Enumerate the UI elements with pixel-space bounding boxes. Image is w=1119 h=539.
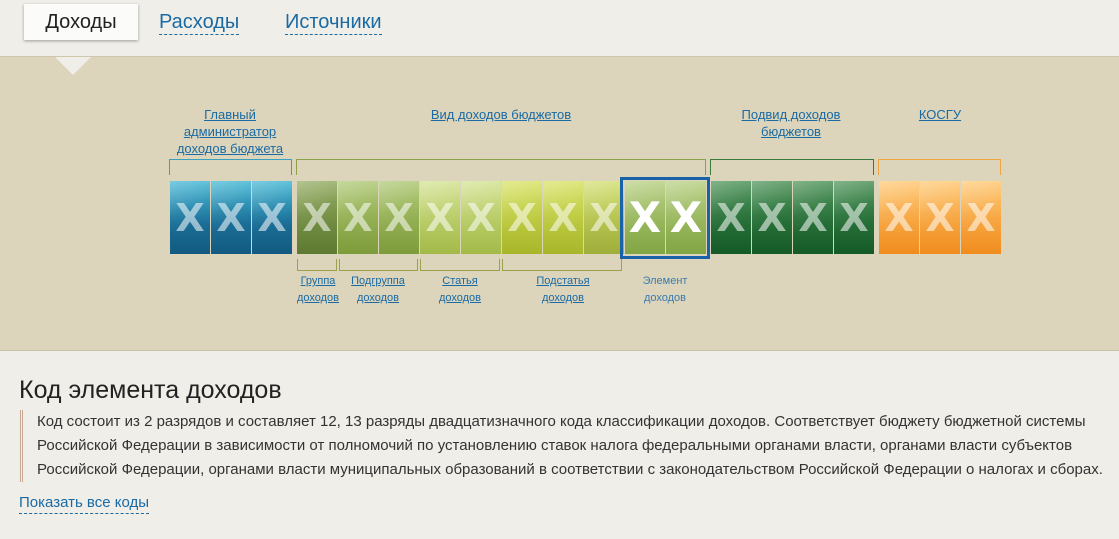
digit-tile-statya: X bbox=[420, 181, 460, 254]
tab-bar: Доходы Расходы Источники bbox=[0, 0, 1119, 56]
selected-element-frame bbox=[620, 177, 710, 259]
digit-tile-kosgu: X bbox=[879, 181, 919, 254]
show-all-codes-link[interactable]: Показать все коды bbox=[19, 493, 150, 514]
digit-tile-podstatya: X bbox=[584, 181, 624, 254]
digit-tile-podvid: X bbox=[752, 181, 792, 254]
group-label-admin[interactable]: Главный администратор доходов бюджета bbox=[168, 106, 292, 157]
sub-label-podgruppa[interactable]: Подгруппа доходов bbox=[342, 273, 414, 307]
digit-tile-podvid: X bbox=[834, 181, 874, 254]
digit-tile-statya: X bbox=[461, 181, 501, 254]
sub-label-statya[interactable]: Статья доходов bbox=[424, 273, 496, 307]
sub-label-podstatya[interactable]: Подстатья доходов bbox=[518, 273, 608, 307]
group-label-vid[interactable]: Вид доходов бюджетов bbox=[380, 106, 622, 123]
tab-istochniki[interactable]: Источники bbox=[285, 10, 382, 35]
bracket-vid bbox=[296, 159, 706, 175]
code-structure-panel: Главный администратор доходов бюджета Ви… bbox=[0, 56, 1119, 351]
digit-tile-podgruppa: X bbox=[338, 181, 378, 254]
bracket-statya bbox=[420, 259, 500, 271]
bracket-podgruppa bbox=[339, 259, 418, 271]
digit-tile-admin: X bbox=[211, 181, 251, 254]
digit-tile-podvid: X bbox=[711, 181, 751, 254]
active-tab-pointer bbox=[55, 57, 91, 75]
digit-tile-podgruppa: X bbox=[379, 181, 419, 254]
digit-tile-kosgu: X bbox=[961, 181, 1001, 254]
bracket-gruppa bbox=[297, 259, 337, 271]
digit-tile-podvid: X bbox=[793, 181, 833, 254]
digit-tile-podstatya: X bbox=[502, 181, 542, 254]
bracket-admin bbox=[169, 159, 292, 175]
sub-label-gruppa[interactable]: Группа доходов bbox=[292, 273, 344, 307]
digit-tile-admin: X bbox=[252, 181, 292, 254]
tab-dokhody[interactable]: Доходы bbox=[24, 4, 138, 40]
bracket-podstatya bbox=[502, 259, 622, 271]
group-label-kosgu[interactable]: КОСГУ bbox=[880, 106, 1000, 123]
tab-raskhody[interactable]: Расходы bbox=[159, 10, 240, 35]
digit-tile-podstatya: X bbox=[543, 181, 583, 254]
digit-tile-kosgu: X bbox=[920, 181, 960, 254]
bracket-kosgu bbox=[878, 159, 1001, 175]
code-description: Код состоит из 2 разрядов и составляет 1… bbox=[20, 410, 1119, 482]
section-title: Код элемента доходов bbox=[19, 376, 282, 404]
digit-tile-admin: X bbox=[170, 181, 210, 254]
sub-label-element: Элемент доходов bbox=[642, 275, 688, 304]
bracket-podvid bbox=[710, 159, 874, 175]
digit-tile-gruppa: X bbox=[297, 181, 337, 254]
group-label-podvid[interactable]: Подвид доходов бюджетов bbox=[718, 106, 864, 140]
